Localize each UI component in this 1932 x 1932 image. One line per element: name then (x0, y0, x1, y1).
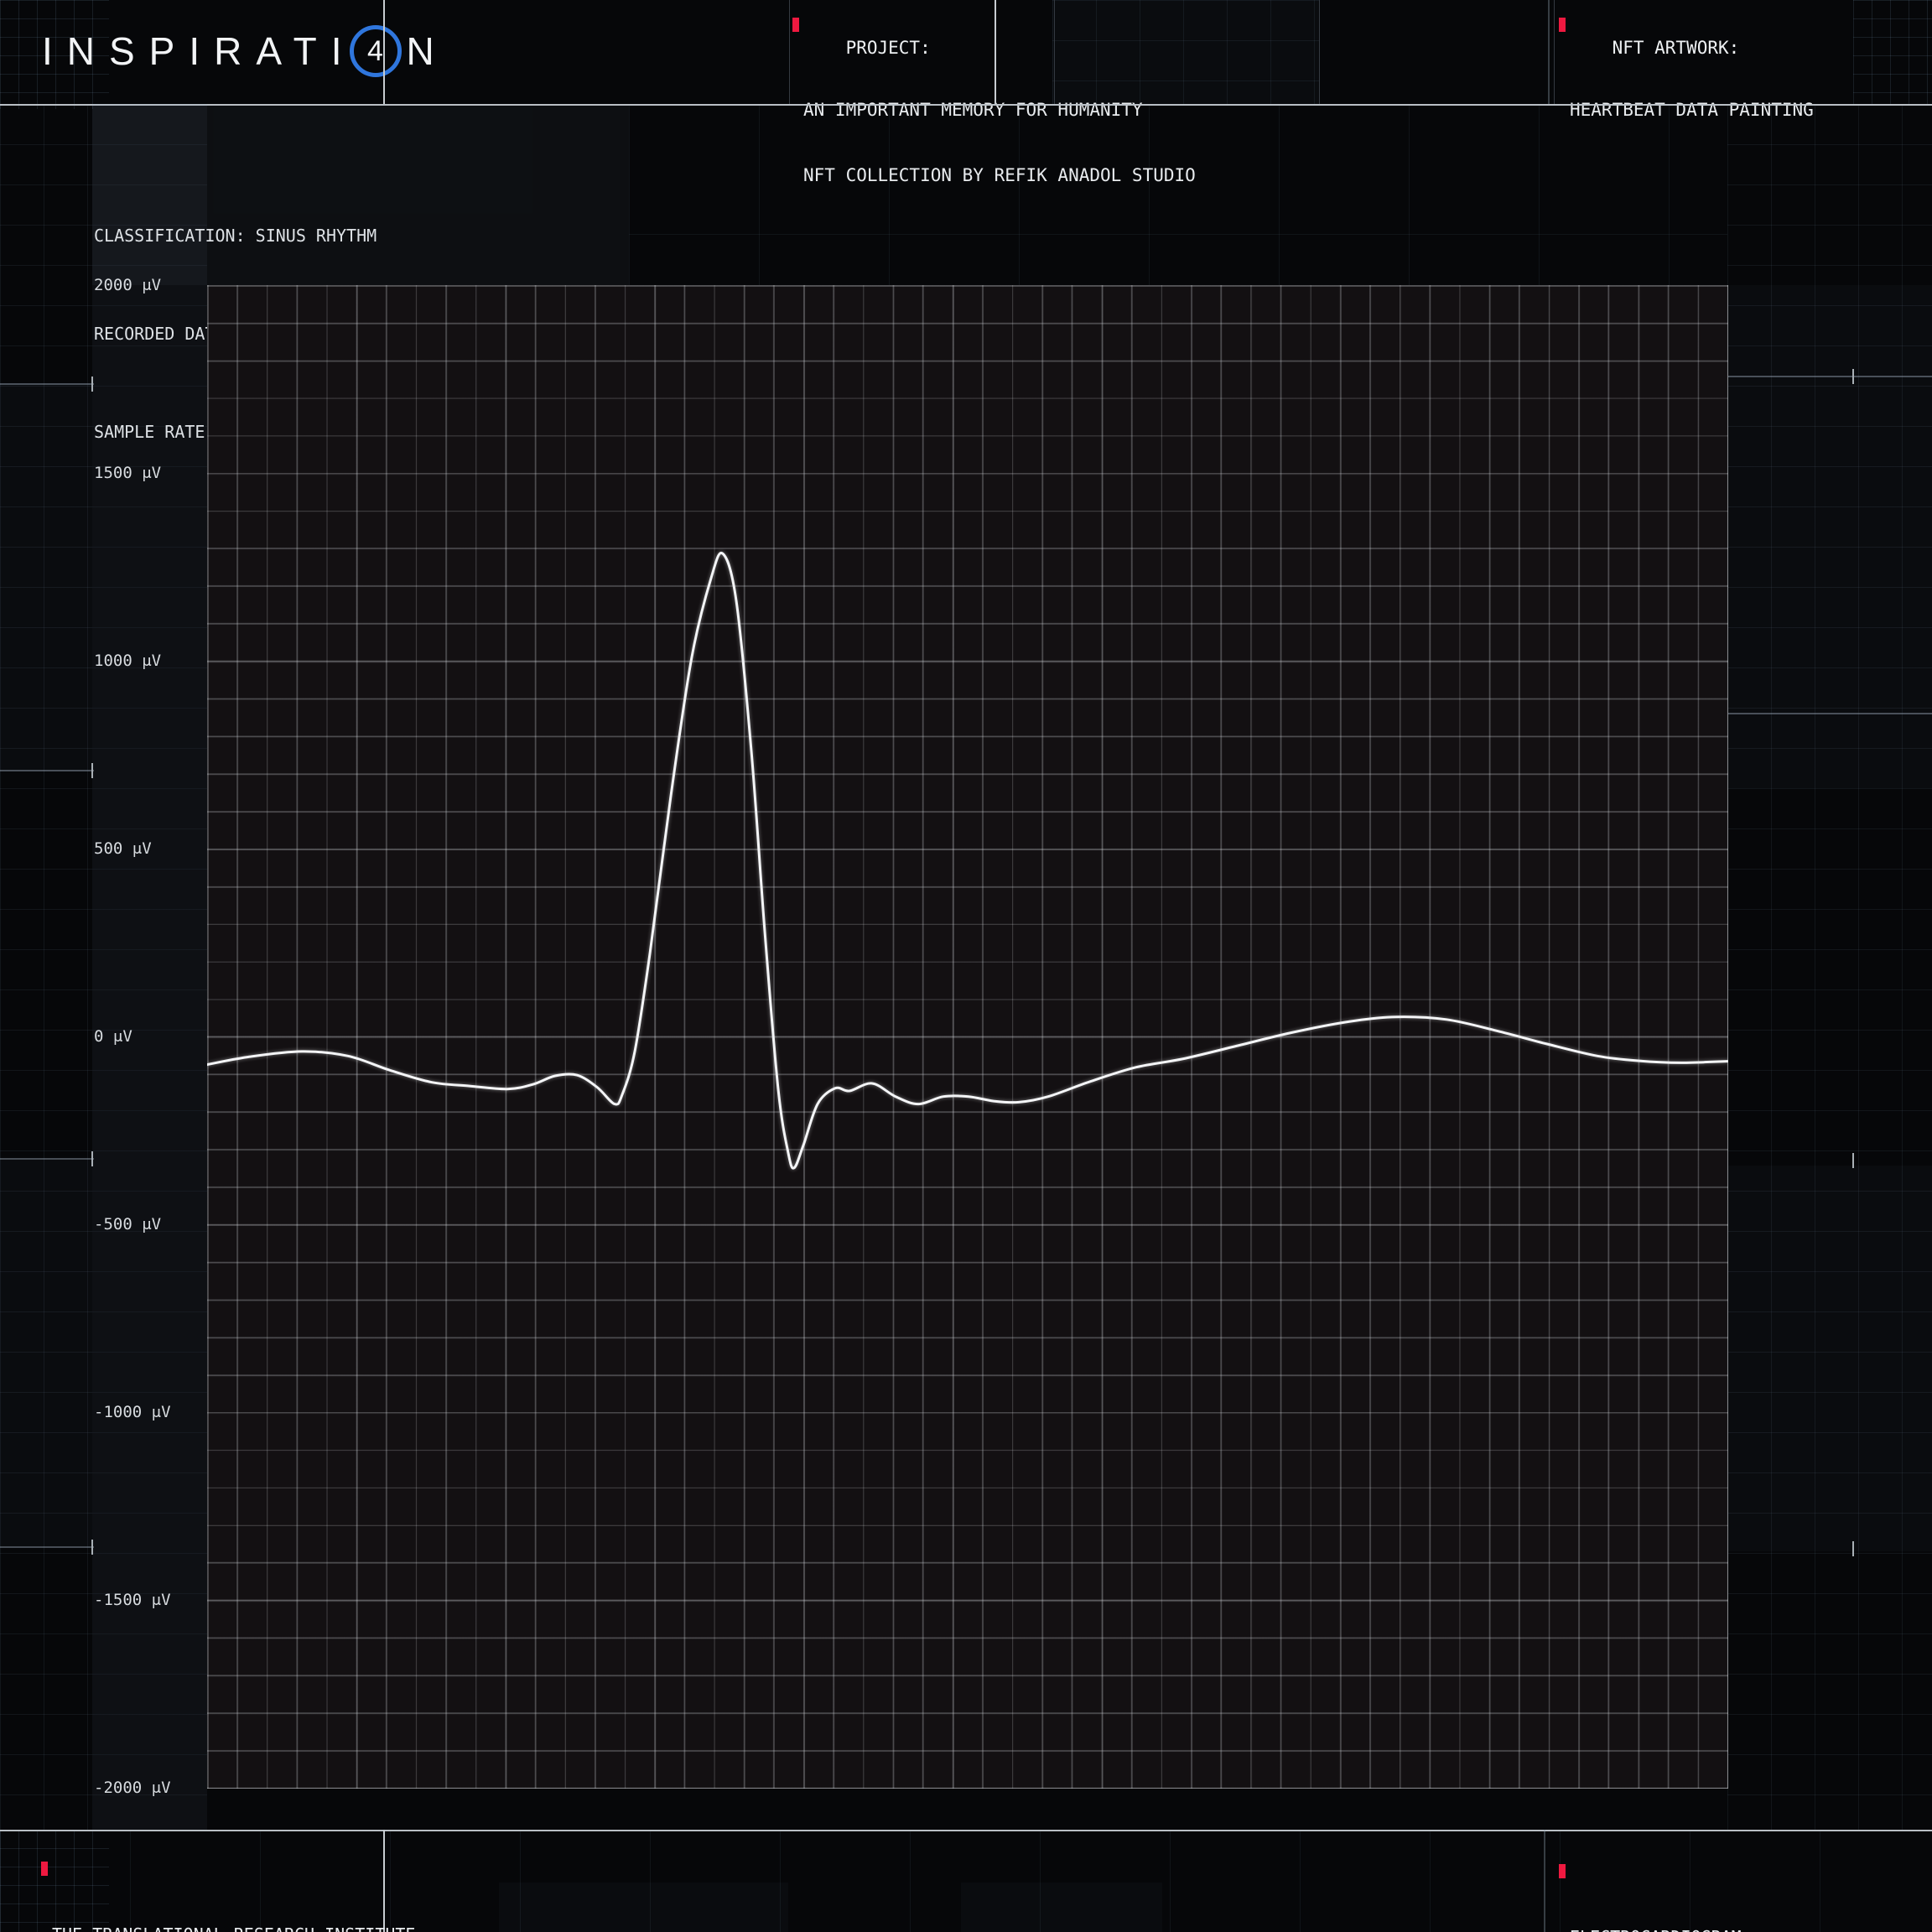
trish-line1: THE TRANSLATIONAL RESEARCH INSTITUTE (52, 1924, 415, 1932)
ecg-caption-text: ELECTROCARDIOGRAM (1570, 1926, 1742, 1932)
footer-separator-line (0, 1830, 1932, 1831)
trish-credit: THE TRANSLATIONAL RESEARCH INSTITUTE FOR… (52, 1858, 415, 1932)
section-marker-icon (1559, 1864, 1566, 1878)
ecg-caption: ELECTROCARDIOGRAM (1570, 1861, 1742, 1932)
ecg-waveform (0, 0, 1932, 1932)
section-marker-icon (41, 1862, 48, 1876)
tick-line (1544, 1830, 1545, 1932)
nft-data-painting: INSPIRATI4N PROJECT: AN IMPORTANT MEMORY… (0, 0, 1932, 1932)
ecg-trace (207, 553, 1727, 1168)
